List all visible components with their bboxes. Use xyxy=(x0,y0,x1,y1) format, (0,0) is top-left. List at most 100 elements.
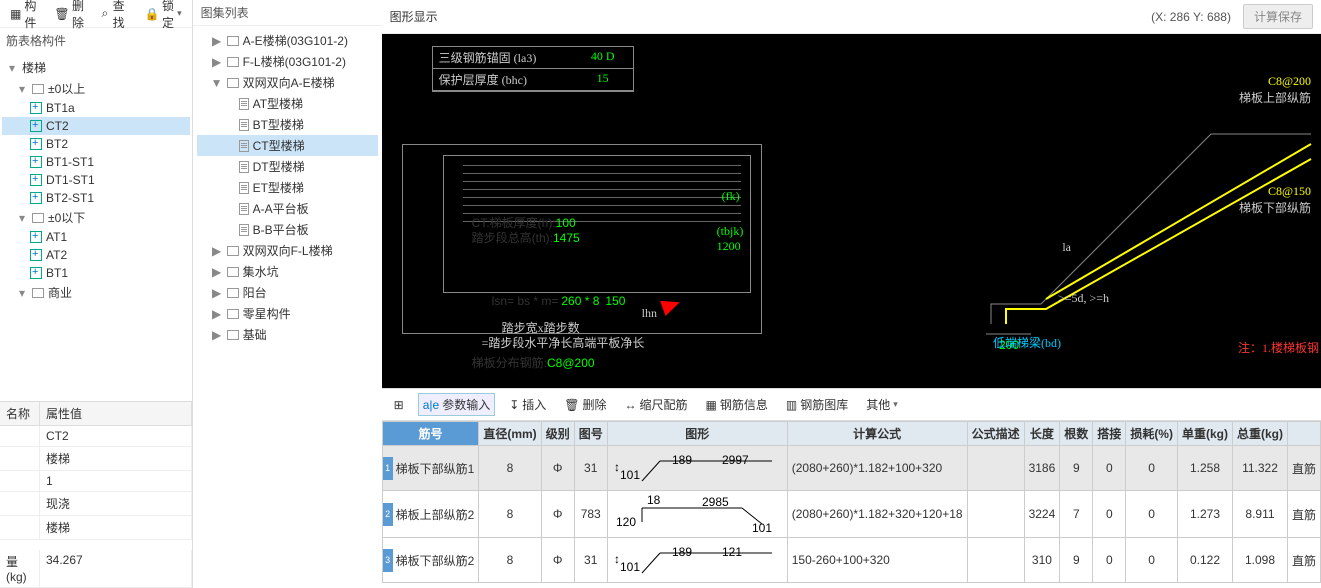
grid-header[interactable]: 图形 xyxy=(607,422,787,446)
tree-item[interactable]: BT1-ST1 xyxy=(2,153,190,171)
atlas-item[interactable]: ▶基础 xyxy=(197,324,378,345)
svg-text:101: 101 xyxy=(620,560,640,574)
lhn-label: lhn xyxy=(642,306,657,321)
atlas-item[interactable]: A-A平台板 xyxy=(197,198,378,219)
component-label: 构件 xyxy=(24,0,39,31)
rebar-grid[interactable]: 筋号直径(mm)级别图号图形计算公式公式描述长度根数搭接损耗(%)单重(kg)总… xyxy=(382,421,1321,588)
component-icon xyxy=(30,138,42,150)
grid-header[interactable]: 根数 xyxy=(1060,422,1093,446)
atlas-item[interactable]: CT型楼梯 xyxy=(197,135,378,156)
rebar-info-button[interactable]: ▦ 钢筋信息 xyxy=(702,394,772,415)
tree-item[interactable]: ▾楼梯 xyxy=(2,57,190,78)
svg-text:101: 101 xyxy=(620,468,640,482)
grid-header[interactable]: 长度 xyxy=(1024,422,1060,446)
grid-toolbar: ⊞ a|e 参数输入 ↧ 插入 🗑 删除 ↔ 缩尺配筋 ▦ 钢筋信息 ▥ 钢筋图… xyxy=(382,389,1321,421)
svg-text:↕: ↕ xyxy=(614,552,620,566)
calc-save-button[interactable]: 计算保存 xyxy=(1243,4,1313,29)
component-icon xyxy=(30,192,42,204)
atlas-item[interactable]: B-B平台板 xyxy=(197,219,378,240)
atlas-item[interactable]: AT型楼梯 xyxy=(197,93,378,114)
prop-header: 名称 属性值 xyxy=(0,402,192,426)
delete-row-button[interactable]: 🗑 删除 xyxy=(560,394,610,415)
tree-item[interactable]: AT2 xyxy=(2,246,190,264)
drawing-canvas[interactable]: 三级钢筋锚固 (la3)40 D 保护层厚度 (bhc)15 CT.梯板厚度(h… xyxy=(382,34,1321,388)
doc-icon xyxy=(239,119,249,131)
scale-button[interactable]: ↔ 缩尺配筋 xyxy=(621,394,692,415)
bot-bar-label: C8@150 xyxy=(1268,184,1311,199)
grid-header[interactable]: 公式描述 xyxy=(967,422,1024,446)
atlas-tree[interactable]: ▶A-E楼梯(03G101-2)▶F-L楼梯(03G101-2)▼双网双向A-E… xyxy=(193,26,382,588)
left-header: 筋表格构件 xyxy=(0,28,192,53)
component-icon xyxy=(30,120,42,132)
atlas-item[interactable]: ▶阳台 xyxy=(197,282,378,303)
folder-icon xyxy=(227,57,239,67)
table-row[interactable]: 1梯板下部纵筋18Φ31101↕1892997(2080+260)*1.182+… xyxy=(382,446,1320,491)
tree-item[interactable]: ▾±0以上 xyxy=(2,78,190,99)
tree-item[interactable]: ▾±0以下 xyxy=(2,207,190,228)
info-label: 踏步段总高(th):1475 xyxy=(472,229,580,246)
atlas-item[interactable]: ▶A-E楼梯(03G101-2) xyxy=(197,30,378,51)
prop-row[interactable]: 楼梯 xyxy=(0,516,192,540)
tree-item[interactable]: AT1 xyxy=(2,228,190,246)
atlas-item[interactable]: ▶集水坑 xyxy=(197,261,378,282)
atlas-item[interactable]: DT型楼梯 xyxy=(197,156,378,177)
coordinates: (X: 286 Y: 688) xyxy=(1151,10,1231,24)
atlas-item[interactable]: ▶F-L楼梯(03G101-2) xyxy=(197,51,378,72)
param-row-label: 保护层厚度 (bhc) xyxy=(433,69,573,90)
grid-header[interactable]: 筋号 xyxy=(382,422,479,446)
svg-text:2985: 2985 xyxy=(702,495,729,509)
prop-row[interactable]: 楼梯 xyxy=(0,447,192,471)
insert-button[interactable]: ↧ 插入 xyxy=(505,394,550,415)
note-label: =踏步段水平净长高端平板净长 xyxy=(482,334,645,351)
atlas-item[interactable]: BT型楼梯 xyxy=(197,114,378,135)
rebar-lib-button[interactable]: ▥ 钢筋图库 xyxy=(782,394,852,415)
component-tree[interactable]: ▾楼梯▾±0以上BT1aCT2BT2BT1-ST1DT1-ST1BT2-ST1▾… xyxy=(0,53,192,401)
doc-icon xyxy=(239,98,249,110)
component-icon xyxy=(30,231,42,243)
atlas-item[interactable]: ▶零星构件 xyxy=(197,303,378,324)
component-icon xyxy=(30,249,42,261)
expand-button[interactable]: ⊞ xyxy=(390,396,408,414)
prop-row[interactable]: CT2 xyxy=(0,426,192,447)
atlas-title: 图集列表 xyxy=(193,0,382,26)
tree-item[interactable]: CT2 xyxy=(2,117,190,135)
tree-item[interactable]: BT2-ST1 xyxy=(2,189,190,207)
doc-icon xyxy=(239,224,249,236)
note-right: 注：1.楼梯板钢 xyxy=(1238,339,1319,356)
grid-header[interactable]: 图号 xyxy=(574,422,607,446)
tree-item[interactable]: ▾商业 xyxy=(2,282,190,303)
prop-row[interactable]: 现浇 xyxy=(0,492,192,516)
other-button[interactable]: 其他 ▾ xyxy=(862,394,902,415)
component-icon xyxy=(30,156,42,168)
tree-item[interactable]: BT2 xyxy=(2,135,190,153)
folder-icon xyxy=(227,36,239,46)
doc-icon xyxy=(239,161,249,173)
weight-value: 34.267 xyxy=(40,550,192,587)
grid-header[interactable]: 计算公式 xyxy=(787,422,967,446)
svg-text:18: 18 xyxy=(647,494,661,507)
table-row[interactable]: 3梯板下部纵筋28Φ31101↕189121150-260+100+320310… xyxy=(382,538,1320,583)
grid-header[interactable]: 总重(kg) xyxy=(1232,422,1287,446)
folder-icon xyxy=(227,309,239,319)
grid-header[interactable]: 单重(kg) xyxy=(1177,422,1232,446)
atlas-item[interactable]: ▶双网双向F-L楼梯 xyxy=(197,240,378,261)
tree-item[interactable]: BT1 xyxy=(2,264,190,282)
doc-icon xyxy=(239,182,249,194)
svg-text:2997: 2997 xyxy=(722,453,749,467)
grid-header[interactable]: 损耗(%) xyxy=(1126,422,1178,446)
prop-header-name: 名称 xyxy=(0,402,40,425)
param-input-label: 参数输入 xyxy=(442,396,490,413)
table-row[interactable]: 2梯板上部纵筋28Φ783182985120101(2080+260)*1.18… xyxy=(382,491,1320,538)
grid-header[interactable]: 级别 xyxy=(541,422,574,446)
delete-label: 删除 xyxy=(72,0,84,31)
prop-row[interactable]: 1 xyxy=(0,471,192,492)
tree-item[interactable]: DT1-ST1 xyxy=(2,171,190,189)
param-input-button[interactable]: a|e 参数输入 xyxy=(418,393,495,416)
svg-text:189: 189 xyxy=(672,545,692,559)
atlas-item[interactable]: ▼双网双向A-E楼梯 xyxy=(197,72,378,93)
grid-header[interactable]: 直径(mm) xyxy=(479,422,541,446)
grid-header[interactable]: 搭接 xyxy=(1093,422,1126,446)
tree-item[interactable]: BT1a xyxy=(2,99,190,117)
atlas-item[interactable]: ET型楼梯 xyxy=(197,177,378,198)
grid-header[interactable] xyxy=(1287,422,1320,446)
